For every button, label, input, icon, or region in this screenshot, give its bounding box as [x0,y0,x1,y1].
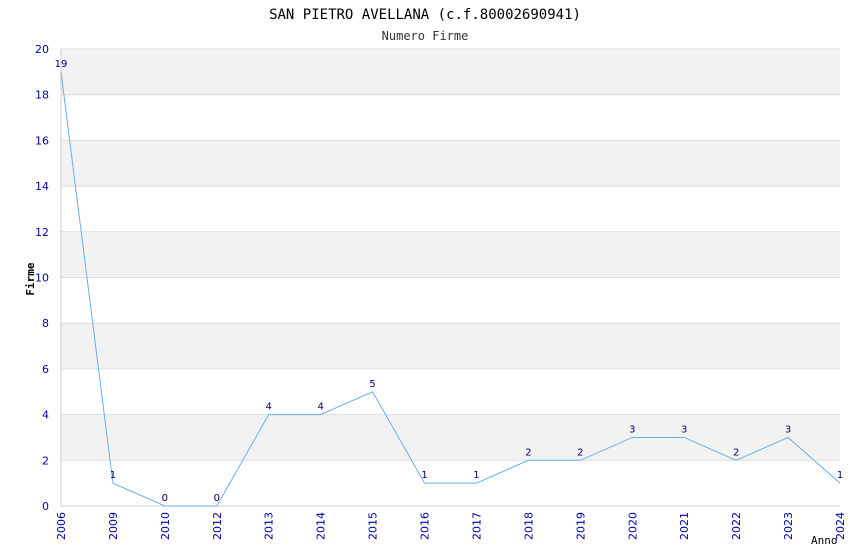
x-tick-labels: 2006 2009 2010 2012 2013 2014 2015 2016 2017 2018… [55,512,847,540]
data-label: 4 [266,402,272,413]
plot-band [61,414,840,461]
x-tick-label: 2016 [419,512,432,540]
data-label: 19 [55,59,68,70]
x-tick-label: 2023 [782,512,795,540]
y-tick-label: 10 [35,272,49,285]
y-tick-label: 2 [42,454,49,467]
x-tick-label: 2010 [159,512,172,540]
data-label: 3 [681,424,687,435]
data-label: 1 [473,470,479,481]
plot-band [61,323,840,369]
y-tick-label: 4 [42,409,49,422]
y-tick-label: 6 [42,363,49,376]
x-tick-label: 2006 [55,512,68,540]
data-label: 1 [837,470,843,481]
y-axis-label: Firme [24,262,37,295]
y-tick-label: 16 [35,134,49,147]
data-label: 1 [421,470,427,481]
data-label: 2 [577,447,583,458]
data-label: 3 [785,424,791,435]
x-tick-label: 2020 [626,512,639,540]
y-tick-labels: 0 2 4 6 8 10 12 14 16 18 20 [35,43,49,513]
x-tick-label: 2012 [211,512,224,540]
y-tick-label: 14 [35,180,49,193]
line-chart: 02468101214161820 2006 2009 2010 2012 2013 20… [24,7,847,547]
x-axis-label: Anno [811,534,838,547]
y-tick-label: 12 [35,226,49,239]
x-tick-label: 2017 [470,512,483,540]
chart-subtitle: Numero Firme [382,29,469,43]
x-tick-label: 2015 [367,512,380,540]
x-tick-label: 2013 [263,512,276,540]
y-tick-label: 8 [42,317,49,330]
x-tick-label: 2022 [730,512,743,540]
data-label: 1 [110,470,116,481]
x-tick-label: 2014 [315,512,328,540]
data-label: 5 [369,379,375,390]
data-label: 3 [629,424,635,435]
data-label: 0 [162,493,168,504]
y-tick-label: 20 [35,43,49,56]
data-label: 2 [525,447,531,458]
x-tick-label: 2009 [107,512,120,540]
x-tick-label: 2018 [522,512,535,540]
plot-band [61,140,840,187]
data-label: 4 [317,402,323,413]
plot-bands [61,49,840,461]
x-tick-label: 2021 [678,512,691,540]
data-label: 2 [733,447,739,458]
y-tick-label: 0 [42,500,49,513]
y-tick-label: 18 [35,89,49,102]
plot-band [61,49,840,95]
chart-title: SAN PIETRO AVELLANA (c.f.80002690941) [269,7,581,23]
x-tick-label: 2019 [574,512,587,540]
plot-band [61,231,840,278]
data-label: 0 [214,493,220,504]
